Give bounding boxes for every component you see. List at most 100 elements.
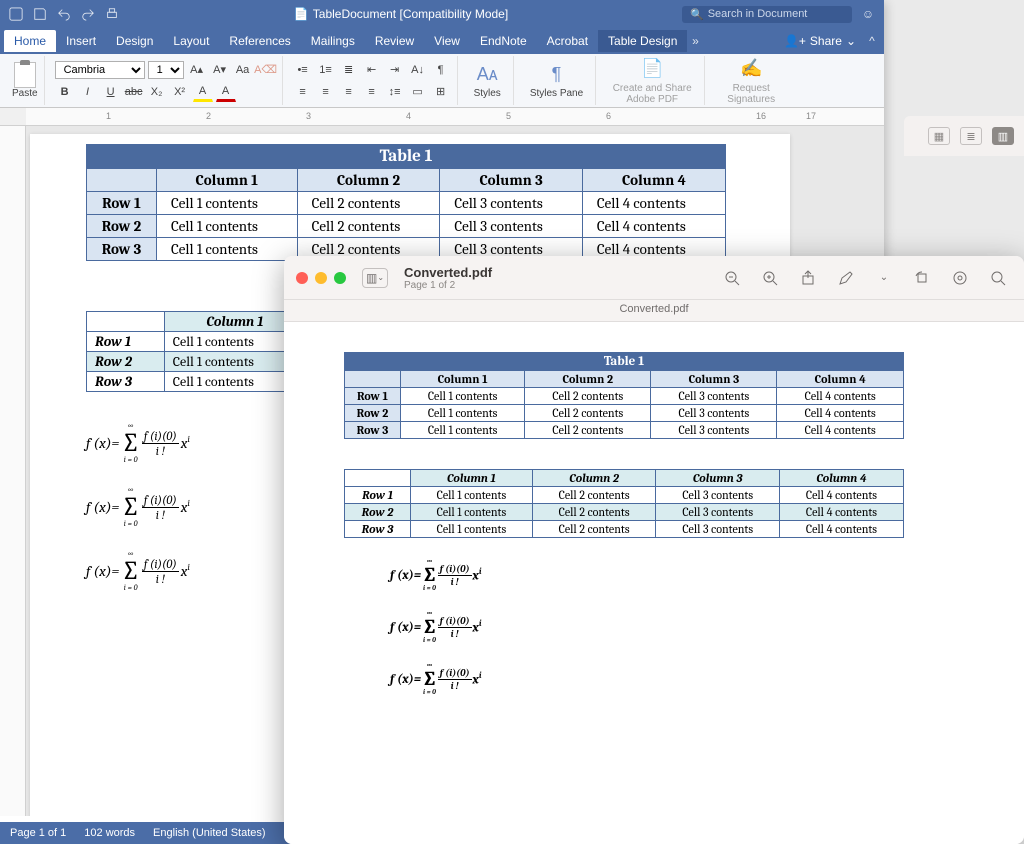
- chevron-down-icon[interactable]: ⌄: [870, 266, 898, 290]
- zoom-in-icon[interactable]: [756, 266, 784, 290]
- signature-icon: ✍: [739, 57, 763, 81]
- search-input[interactable]: 🔍Search in Document: [682, 6, 852, 23]
- tabs-overflow-icon[interactable]: »: [687, 33, 703, 49]
- collapse-ribbon-icon[interactable]: ^: [864, 33, 880, 49]
- markup-icon[interactable]: [832, 266, 860, 290]
- tab-table-design[interactable]: Table Design: [598, 30, 687, 52]
- justify-icon[interactable]: ≡: [362, 82, 382, 102]
- font-name-select[interactable]: Cambria: [55, 61, 145, 79]
- tab-home[interactable]: Home: [4, 30, 56, 52]
- table-row: Row 1Cell 1 contentsCell 2 contentsCell …: [87, 192, 726, 215]
- undo-icon[interactable]: [56, 6, 72, 22]
- ribbon-tabs: Home Insert Design Layout References Mai…: [0, 28, 884, 54]
- align-center-icon[interactable]: ≡: [316, 82, 336, 102]
- preview-window: ▥ ⌄ Converted.pdf Page 1 of 2 ⌄ Converte…: [284, 256, 1024, 844]
- strike-button[interactable]: abc: [124, 82, 144, 102]
- paste-button[interactable]: Paste: [12, 62, 38, 99]
- preview-tab[interactable]: Converted.pdf: [284, 300, 1024, 322]
- vertical-ruler[interactable]: [0, 126, 26, 816]
- rotate-icon[interactable]: [908, 266, 936, 290]
- formula: f (x)= ∞∑i = 0 f (i)(0)i ! xi: [390, 662, 964, 696]
- font-size-select[interactable]: 12: [148, 61, 184, 79]
- decrease-font-icon[interactable]: A▾: [210, 60, 230, 80]
- grid-view-icon[interactable]: ▦: [928, 127, 950, 145]
- formula: f (x)= ∞∑i = 0 f (i)(0)i ! xi: [390, 610, 964, 644]
- print-icon[interactable]: [104, 6, 120, 22]
- subscript-button[interactable]: X₂: [147, 82, 167, 102]
- tab-references[interactable]: References: [219, 30, 300, 52]
- text-highlight-icon[interactable]: A: [193, 82, 213, 102]
- styles-button[interactable]: AᴀStyles: [468, 60, 507, 101]
- finder-view-toggle: ▦ ≣ ▥: [904, 116, 1024, 156]
- chevron-down-icon: ⌄: [846, 34, 856, 48]
- increase-font-icon[interactable]: A▴: [187, 60, 207, 80]
- tab-layout[interactable]: Layout: [163, 30, 219, 52]
- preview-page[interactable]: Table 1 Column 1Column 2Column 3Column 4…: [284, 322, 1024, 844]
- search-icon: 🔍: [690, 8, 704, 21]
- increase-indent-icon[interactable]: ⇥: [385, 60, 405, 80]
- underline-button[interactable]: U: [101, 82, 121, 102]
- share-button[interactable]: 👤+Share⌄: [776, 34, 864, 48]
- smiley-icon[interactable]: ☺: [860, 6, 876, 22]
- ribbon: Paste Cambria 12 A▴ A▾ Aa A⌫ B I U abc X…: [0, 54, 884, 108]
- redo-icon[interactable]: [80, 6, 96, 22]
- horizontal-ruler[interactable]: 1 2 3 4 5 6 16 17: [0, 108, 884, 126]
- fullscreen-icon[interactable]: [334, 272, 346, 284]
- share-icon[interactable]: [794, 266, 822, 290]
- numbering-icon[interactable]: 1≡: [316, 60, 336, 80]
- status-page[interactable]: Page 1 of 1: [10, 827, 66, 839]
- save-icon[interactable]: [32, 6, 48, 22]
- font-color-icon[interactable]: A: [216, 82, 236, 102]
- window-controls: [296, 272, 346, 284]
- change-case-icon[interactable]: Aa: [233, 60, 253, 80]
- styles-pane-icon: ¶: [545, 62, 569, 86]
- zoom-out-icon[interactable]: [718, 266, 746, 290]
- pdf-icon: 📄: [640, 57, 664, 81]
- autosave-icon[interactable]: [8, 6, 24, 22]
- preview-subtitle: Page 1 of 2: [404, 280, 492, 291]
- bold-button[interactable]: B: [55, 82, 75, 102]
- word-titlebar: 📄TableDocument [Compatibility Mode] 🔍Sea…: [0, 0, 884, 28]
- tab-view[interactable]: View: [424, 30, 470, 52]
- table-row: Row 2Cell 1 contentsCell 2 contentsCell …: [87, 215, 726, 238]
- tab-acrobat[interactable]: Acrobat: [537, 30, 598, 52]
- sidebar-toggle-icon[interactable]: ▥ ⌄: [362, 268, 388, 288]
- share-icon: 👤+: [784, 34, 806, 48]
- chevron-down-icon: ⌄: [377, 273, 384, 282]
- tab-design[interactable]: Design: [106, 30, 163, 52]
- borders-icon[interactable]: ⊞: [431, 82, 451, 102]
- multilevel-icon[interactable]: ≣: [339, 60, 359, 80]
- shading-icon[interactable]: ▭: [408, 82, 428, 102]
- request-signatures-button[interactable]: ✍Request Signatures: [715, 55, 787, 107]
- align-left-icon[interactable]: ≡: [293, 82, 313, 102]
- status-words[interactable]: 102 words: [84, 827, 135, 839]
- table-2-partial[interactable]: Column 1 Row 1Cell 1 contents Row 2Cell …: [86, 311, 306, 392]
- align-right-icon[interactable]: ≡: [339, 82, 359, 102]
- table-1[interactable]: Table 1 Column 1Column 2Column 3Column 4…: [86, 144, 726, 261]
- styles-icon: Aᴀ: [475, 62, 499, 86]
- superscript-button[interactable]: X²: [170, 82, 190, 102]
- highlight-icon[interactable]: [946, 266, 974, 290]
- clipboard-icon: [14, 62, 36, 88]
- preview-titlebar: ▥ ⌄ Converted.pdf Page 1 of 2 ⌄: [284, 256, 1024, 300]
- tab-mailings[interactable]: Mailings: [301, 30, 365, 52]
- bullets-icon[interactable]: •≡: [293, 60, 313, 80]
- column-view-icon[interactable]: ▥: [992, 127, 1014, 145]
- create-share-pdf-button[interactable]: 📄Create and Share Adobe PDF: [606, 55, 698, 107]
- sort-icon[interactable]: A↓: [408, 60, 428, 80]
- clear-format-icon[interactable]: A⌫: [256, 60, 276, 80]
- search-icon[interactable]: [984, 266, 1012, 290]
- pdf-table-1: Table 1 Column 1Column 2Column 3Column 4…: [344, 352, 904, 439]
- minimize-icon[interactable]: [315, 272, 327, 284]
- styles-pane-button[interactable]: ¶Styles Pane: [524, 60, 589, 101]
- close-icon[interactable]: [296, 272, 308, 284]
- line-spacing-icon[interactable]: ↕≡: [385, 82, 405, 102]
- italic-button[interactable]: I: [78, 82, 98, 102]
- tab-insert[interactable]: Insert: [56, 30, 106, 52]
- tab-endnote[interactable]: EndNote: [470, 30, 537, 52]
- tab-review[interactable]: Review: [365, 30, 424, 52]
- status-lang[interactable]: English (United States): [153, 827, 266, 839]
- show-marks-icon[interactable]: ¶: [431, 60, 451, 80]
- decrease-indent-icon[interactable]: ⇤: [362, 60, 382, 80]
- list-view-icon[interactable]: ≣: [960, 127, 982, 145]
